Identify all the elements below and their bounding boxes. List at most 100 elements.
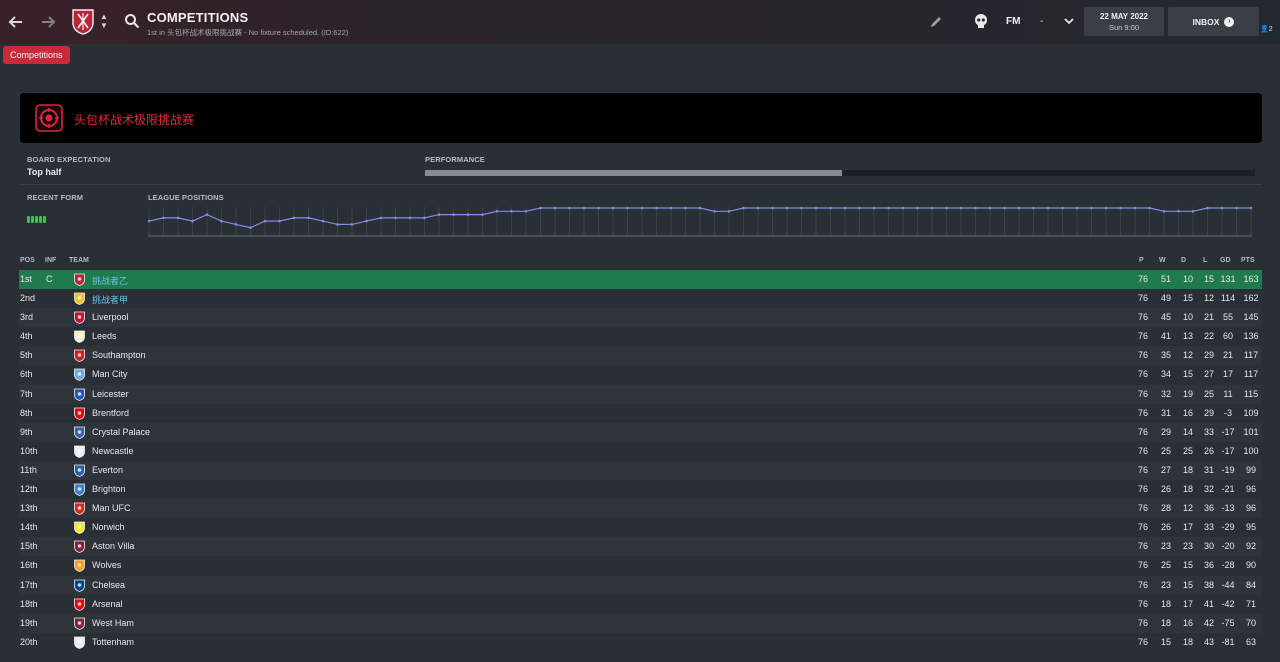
team-name-link[interactable]: Brighton — [92, 484, 126, 494]
team-badge-icon[interactable] — [73, 349, 86, 363]
table-row[interactable]: 13th Man UFC 76 28 12 36 -13 96 — [19, 499, 1262, 519]
team-badge-icon[interactable] — [73, 464, 86, 477]
table-row[interactable]: 5th Southampton 76 35 12 29 21 117 — [19, 346, 1262, 366]
team-badge-icon[interactable] — [73, 388, 86, 401]
back-arrow-icon[interactable] — [6, 12, 26, 32]
points: 117 — [1243, 350, 1259, 361]
league-position-point — [220, 219, 223, 223]
column-header-d[interactable]: D — [1181, 257, 1186, 264]
table-row[interactable]: 12th Brighton 76 26 18 32 -21 96 — [19, 480, 1262, 500]
team-badge-icon[interactable] — [73, 426, 86, 439]
table-row[interactable]: 14th Norwich 76 26 17 33 -29 95 — [19, 518, 1262, 538]
table-row[interactable]: 4th Leeds 76 41 13 22 60 136 — [19, 327, 1262, 347]
club-switch-chevron-icon[interactable]: ▲ ▼ — [98, 12, 110, 34]
team-badge-icon[interactable] — [73, 311, 86, 325]
team-badge-icon[interactable] — [73, 407, 86, 420]
column-header-w[interactable]: W — [1159, 257, 1166, 264]
team-badge-icon[interactable] — [73, 617, 86, 630]
team-name-link[interactable]: Newcastle — [92, 446, 134, 456]
league-position-point — [785, 206, 789, 210]
search-icon[interactable] — [124, 13, 140, 29]
played: 76 — [1137, 579, 1148, 590]
draws: 14 — [1182, 426, 1193, 437]
column-header-pts[interactable]: PTS — [1241, 257, 1255, 264]
table-row[interactable]: 15th Aston Villa 76 23 23 30 -20 92 — [19, 537, 1262, 557]
column-header-l[interactable]: L — [1203, 257, 1207, 264]
team-name-link[interactable]: West Ham — [92, 618, 134, 628]
table-row[interactable]: 7th Leicester 76 32 19 25 11 115 — [19, 384, 1262, 404]
league-position-point — [553, 206, 557, 210]
people-count-badge[interactable]: 👤2 — [1260, 25, 1273, 33]
team-name-link[interactable]: Leeds — [92, 331, 117, 341]
losses: 36 — [1203, 503, 1214, 514]
team-name-link[interactable]: Tottenham — [92, 637, 134, 647]
team-name-link[interactable]: Leicester — [92, 389, 129, 399]
recent-form-indicator[interactable] — [27, 216, 46, 223]
club-badge-icon[interactable] — [71, 9, 95, 35]
team-name-link[interactable]: Crystal Palace — [92, 427, 150, 437]
team-name-link[interactable]: Arsenal — [92, 599, 123, 609]
team-name-link[interactable]: Norwich — [92, 522, 125, 532]
team-badge-icon[interactable] — [73, 502, 86, 516]
skull-icon[interactable] — [973, 13, 989, 29]
points: 95 — [1245, 522, 1256, 533]
team-badge-icon[interactable] — [73, 273, 86, 286]
chevron-down-icon[interactable] — [1062, 14, 1076, 28]
date-button[interactable]: 22 MAY 2022 Sun 9:00 — [1084, 7, 1164, 36]
wins: 28 — [1160, 503, 1171, 514]
team-name-link[interactable]: Wolves — [92, 560, 121, 570]
column-header-p[interactable]: P — [1139, 257, 1144, 264]
team-badge-icon[interactable] — [73, 521, 86, 535]
team-badge-icon[interactable] — [73, 636, 86, 649]
table-row[interactable]: 19th West Ham 76 18 16 42 -75 70 — [19, 613, 1262, 633]
table-row[interactable]: 2nd 挑战者甲 76 49 15 12 114 162 — [19, 289, 1262, 309]
pencil-icon[interactable] — [929, 15, 943, 29]
team-name-link[interactable]: Southampton — [92, 350, 146, 360]
team-name-link[interactable]: 挑战者甲 — [92, 293, 128, 306]
table-row[interactable]: 17th Chelsea 76 23 15 38 -44 84 — [19, 575, 1262, 595]
fm-label[interactable]: FM — [1006, 16, 1020, 27]
goal-difference: -29 — [1221, 522, 1235, 533]
team-name-link[interactable]: Everton — [92, 465, 123, 475]
breadcrumb-competitions[interactable]: Competitions — [3, 46, 70, 64]
table-row[interactable]: 1st C 挑战者乙 76 51 10 15 131 163 — [19, 270, 1262, 290]
table-row[interactable]: 8th Brentford 76 31 16 29 -3 109 — [19, 403, 1262, 423]
wins: 49 — [1160, 293, 1171, 304]
team-name-link[interactable]: 挑战者乙 — [92, 274, 128, 287]
team-badge-icon[interactable] — [73, 368, 86, 382]
column-header-gd[interactable]: GD — [1220, 257, 1231, 264]
league-position-point — [350, 223, 354, 226]
table-row[interactable]: 11th Everton 76 27 18 31 -19 99 — [19, 460, 1262, 481]
team-badge-icon[interactable] — [73, 330, 86, 344]
column-header-pos[interactable]: POS — [20, 257, 35, 264]
team-name-link[interactable]: Aston Villa — [92, 541, 134, 551]
team-name-link[interactable]: Liverpool — [92, 312, 129, 322]
team-badge-icon[interactable] — [73, 445, 86, 458]
team-name-link[interactable]: Man UFC — [92, 503, 131, 513]
inbox-button[interactable]: INBOX › — [1168, 7, 1259, 36]
table-row[interactable]: 16th Wolves 76 25 15 36 -28 90 — [19, 556, 1262, 576]
team-name-link[interactable]: Man City — [92, 369, 128, 379]
column-header-inf[interactable]: INF — [45, 257, 56, 264]
table-row[interactable]: 18th Arsenal 76 18 17 41 -42 71 — [19, 594, 1262, 614]
league-position-point — [843, 206, 847, 210]
points: 96 — [1245, 484, 1256, 495]
forward-arrow-icon[interactable] — [38, 12, 58, 32]
table-row[interactable]: 20th Tottenham 76 15 18 43 -81 63 — [19, 632, 1262, 652]
team-badge-icon[interactable] — [73, 559, 86, 573]
team-name-link[interactable]: Chelsea — [92, 580, 125, 590]
table-row[interactable]: 6th Man City 76 34 15 27 17 117 — [19, 365, 1262, 385]
team-badge-icon[interactable] — [73, 540, 86, 554]
team-name-link[interactable]: Brentford — [92, 408, 129, 418]
team-badge-icon[interactable] — [73, 292, 86, 306]
league-position-point — [742, 206, 745, 210]
column-header-team[interactable]: TEAM — [69, 257, 89, 264]
team-badge-icon[interactable] — [73, 598, 86, 611]
table-row[interactable]: 10th Newcastle 76 25 25 26 -17 100 — [19, 441, 1262, 461]
team-badge-icon[interactable] — [73, 579, 86, 592]
team-badge-icon[interactable] — [73, 483, 86, 496]
fm-dash: - — [1040, 16, 1044, 27]
league-positions-chart[interactable] — [148, 205, 1252, 237]
table-row[interactable]: 3rd Liverpool 76 45 10 21 55 145 — [19, 308, 1262, 328]
table-row[interactable]: 9th Crystal Palace 76 29 14 33 -17 101 — [19, 422, 1262, 442]
